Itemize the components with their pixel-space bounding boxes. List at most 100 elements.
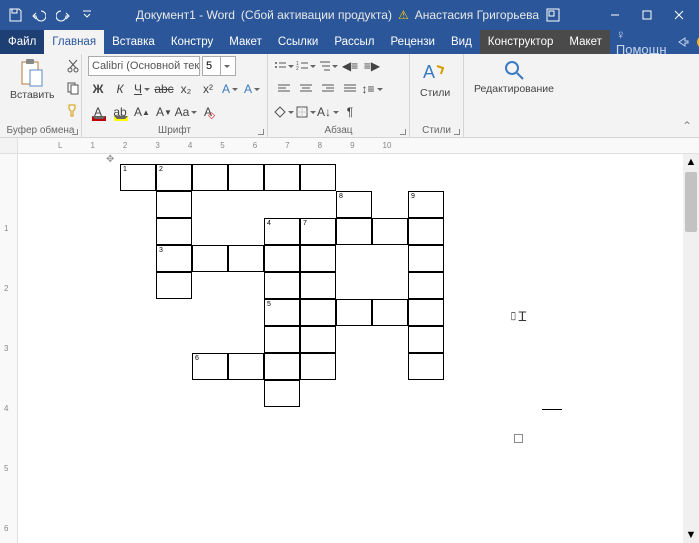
styles-button[interactable]: A Стили — [416, 56, 454, 102]
crossword-cell[interactable]: 8 — [336, 191, 372, 218]
font-size-combo[interactable]: 5 — [202, 56, 236, 76]
tab-констру[interactable]: Констру — [163, 30, 221, 54]
underline-button[interactable]: Ч — [132, 79, 152, 99]
undo-button[interactable] — [28, 4, 50, 26]
crossword-cell[interactable]: 6 — [192, 353, 228, 380]
tab-рассыл[interactable]: Рассыл — [326, 30, 382, 54]
crossword-cell[interactable] — [408, 353, 444, 380]
crossword-cell[interactable] — [192, 164, 228, 191]
justify-button[interactable] — [340, 79, 360, 99]
maximize-button[interactable] — [631, 0, 663, 30]
clear-formatting-button[interactable]: A◇ — [198, 102, 218, 122]
crossword-cell[interactable] — [372, 299, 408, 326]
redo-button[interactable] — [52, 4, 74, 26]
tab-вставка[interactable]: Вставка — [104, 30, 163, 54]
crossword-cell[interactable] — [264, 164, 300, 191]
share-button[interactable] — [675, 33, 691, 51]
table-move-handle[interactable]: ✥ — [106, 154, 114, 165]
save-button[interactable] — [4, 4, 26, 26]
change-case-button[interactable]: Aa — [176, 102, 196, 122]
format-painter-button[interactable] — [63, 100, 83, 120]
crossword-cell[interactable] — [300, 299, 336, 326]
horizontal-ruler[interactable]: L12345678910 — [18, 138, 699, 153]
feedback-button[interactable] — [695, 33, 699, 51]
crossword-cell[interactable] — [408, 245, 444, 272]
minimize-button[interactable] — [599, 0, 631, 30]
crossword-cell[interactable] — [228, 245, 264, 272]
crossword-cell[interactable]: 2 — [156, 164, 192, 191]
scroll-up-button[interactable]: ▲ — [683, 154, 699, 170]
increase-indent-button[interactable]: ≡▶ — [362, 56, 382, 76]
crossword-cell[interactable]: 1 — [120, 164, 156, 191]
align-center-button[interactable] — [296, 79, 316, 99]
crossword-cell[interactable] — [264, 245, 300, 272]
crossword-cell[interactable] — [156, 218, 192, 245]
align-right-button[interactable] — [318, 79, 338, 99]
crossword-cell[interactable] — [192, 245, 228, 272]
multilevel-list-button[interactable] — [318, 56, 338, 76]
borders-button[interactable] — [296, 102, 316, 122]
ruler-corner[interactable] — [0, 138, 18, 153]
superscript-button[interactable]: x² — [198, 79, 218, 99]
font-name-combo[interactable]: Calibri (Основной текст) — [88, 56, 200, 76]
line-spacing-button[interactable]: ↕≡ — [362, 79, 382, 99]
tab-ссылки[interactable]: Ссылки — [270, 30, 327, 54]
bullets-button[interactable] — [274, 56, 294, 76]
crossword-cell[interactable] — [264, 272, 300, 299]
scroll-track[interactable] — [683, 234, 699, 527]
crossword-cell[interactable] — [156, 191, 192, 218]
crossword-cell[interactable]: 4 — [264, 218, 300, 245]
crossword-cell[interactable] — [264, 353, 300, 380]
crossword-cell[interactable] — [336, 299, 372, 326]
copy-button[interactable] — [63, 78, 83, 98]
decrease-indent-button[interactable]: ◀≡ — [340, 56, 360, 76]
crossword-cell[interactable] — [228, 164, 264, 191]
tab-конструктор[interactable]: Конструктор — [480, 30, 562, 54]
crossword-cell[interactable]: 9 — [408, 191, 444, 218]
align-left-button[interactable] — [274, 79, 294, 99]
styles-launcher[interactable] — [451, 126, 461, 136]
sort-button[interactable]: A↓ — [318, 102, 338, 122]
close-button[interactable] — [663, 0, 695, 30]
table-resize-handle[interactable] — [514, 434, 523, 443]
font-more-button[interactable]: A — [242, 79, 262, 99]
tell-me-search[interactable]: ♀ Помощн — [616, 27, 671, 57]
bold-button[interactable]: Ж — [88, 79, 108, 99]
paste-button[interactable]: Вставить — [6, 56, 59, 104]
tab-file[interactable]: Файл — [0, 30, 44, 54]
show-marks-button[interactable]: ¶ — [340, 102, 360, 122]
tab-макет[interactable]: Макет — [561, 30, 610, 54]
font-color-button[interactable]: A — [88, 102, 108, 122]
numbering-button[interactable]: 12 — [296, 56, 316, 76]
cut-button[interactable] — [63, 56, 83, 76]
tab-макет[interactable]: Макет — [221, 30, 270, 54]
scroll-thumb[interactable] — [685, 172, 697, 232]
crossword-cell[interactable] — [264, 380, 300, 407]
document-canvas[interactable]: ✥ 128947356 ▯Ꮖ — [18, 154, 683, 543]
vertical-ruler[interactable]: 123456 — [0, 154, 18, 543]
tab-вид[interactable]: Вид — [443, 30, 480, 54]
collapse-ribbon-button[interactable] — [679, 119, 695, 135]
grow-font-button[interactable]: A▲ — [132, 102, 152, 122]
tab-рецензи[interactable]: Рецензи — [383, 30, 443, 54]
crossword-cell[interactable] — [156, 272, 192, 299]
crossword-cell[interactable]: 5 — [264, 299, 300, 326]
crossword-cell[interactable] — [300, 272, 336, 299]
clipboard-launcher[interactable] — [69, 126, 79, 136]
crossword-cell[interactable] — [300, 353, 336, 380]
crossword-cell[interactable] — [300, 245, 336, 272]
italic-button[interactable]: К — [110, 79, 130, 99]
account-icon[interactable] — [545, 7, 561, 23]
crossword-cell[interactable] — [372, 218, 408, 245]
crossword-cell[interactable] — [408, 326, 444, 353]
qat-customize-button[interactable] — [76, 4, 98, 26]
font-launcher[interactable] — [255, 126, 265, 136]
crossword-cell[interactable] — [408, 218, 444, 245]
strikethrough-button[interactable]: abc — [154, 79, 174, 99]
crossword-cell[interactable]: 7 — [300, 218, 336, 245]
crossword-cell[interactable] — [264, 326, 300, 353]
shrink-font-button[interactable]: A▼ — [154, 102, 174, 122]
crossword-cell[interactable] — [228, 353, 264, 380]
editing-button[interactable]: Редактирование — [470, 56, 558, 98]
crossword-cell[interactable] — [408, 299, 444, 326]
